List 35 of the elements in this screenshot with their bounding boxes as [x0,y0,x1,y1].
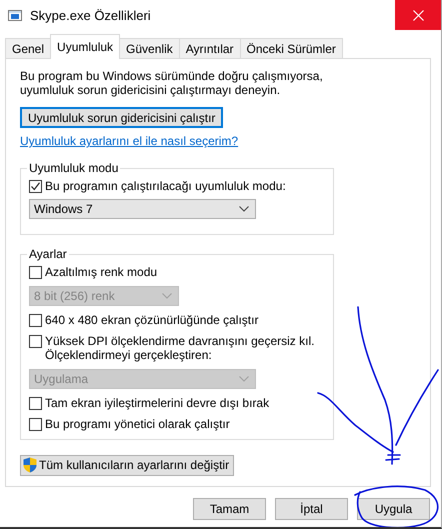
checkbox[interactable] [29,266,42,279]
checkbox[interactable] [29,314,42,327]
checkbox-label[interactable]: 640 x 480 ekran çözünürlüğünde çalıştır [45,312,258,327]
window-icon [8,10,22,20]
chevron-icon [239,206,249,212]
checkbox-label[interactable]: Bu programın çalıştırılacağı uyumluluk modu: [45,179,286,194]
checkbox[interactable] [29,396,42,410]
checkbox-label[interactable]: Bu programı yönetici olarak çalıştır [45,416,230,431]
checkbox-label[interactable]: Yüksek DPI ölçeklendirme davranışını geçersiz kıl. Ölçeklendirmeyi gerçekleştiren: [45,334,314,362]
dialog-button[interactable]: İptal [275,498,348,520]
checkbox-label[interactable]: Azaltılmış renk modu [45,264,158,279]
chevron-icon [239,376,249,382]
dropdown[interactable]: Windows 7 [29,199,256,220]
all-users-button[interactable]: Tüm kullanıcıların ayarlarını değiştir [20,454,234,476]
checkbox[interactable] [29,180,42,194]
dialog-button[interactable]: Uygula [357,498,430,520]
chevron-icon [162,292,172,299]
tab[interactable]: Güvenlik [119,38,180,58]
tab[interactable]: Genel [5,38,52,58]
checkbox[interactable] [29,334,42,348]
troubleshooter-button[interactable]: Uyumluluk sorun gidericisini çalıştır [20,107,224,128]
window-title: Skype.exe Özellikleri [30,8,152,22]
checkbox-label[interactable]: Tam ekran iyileştirmelerini devre dışı bırak [45,396,270,410]
help-link[interactable]: Uyumluluk ayarlarını el ile nasıl seçerim? [20,134,238,148]
close-icon [412,10,424,20]
close-button[interactable] [395,0,441,30]
tab[interactable]: Önceki Sürümler [240,38,343,58]
tab[interactable]: Uyumluluk [50,34,120,59]
checkbox[interactable] [29,418,42,431]
group-title: Uyumluluk modu [27,161,120,176]
dialog-button[interactable]: Tamam [193,498,266,520]
intro-text: Bu program bu Windows sürümünde doğru çalışmıyorsa, uyumluluk sorun gidericisini çalıştırmayı deneyin. [20,69,324,97]
tab[interactable]: Ayrıntılar [178,38,241,58]
group-title: Ayarlar [27,246,69,261]
shield-icon [23,457,37,474]
